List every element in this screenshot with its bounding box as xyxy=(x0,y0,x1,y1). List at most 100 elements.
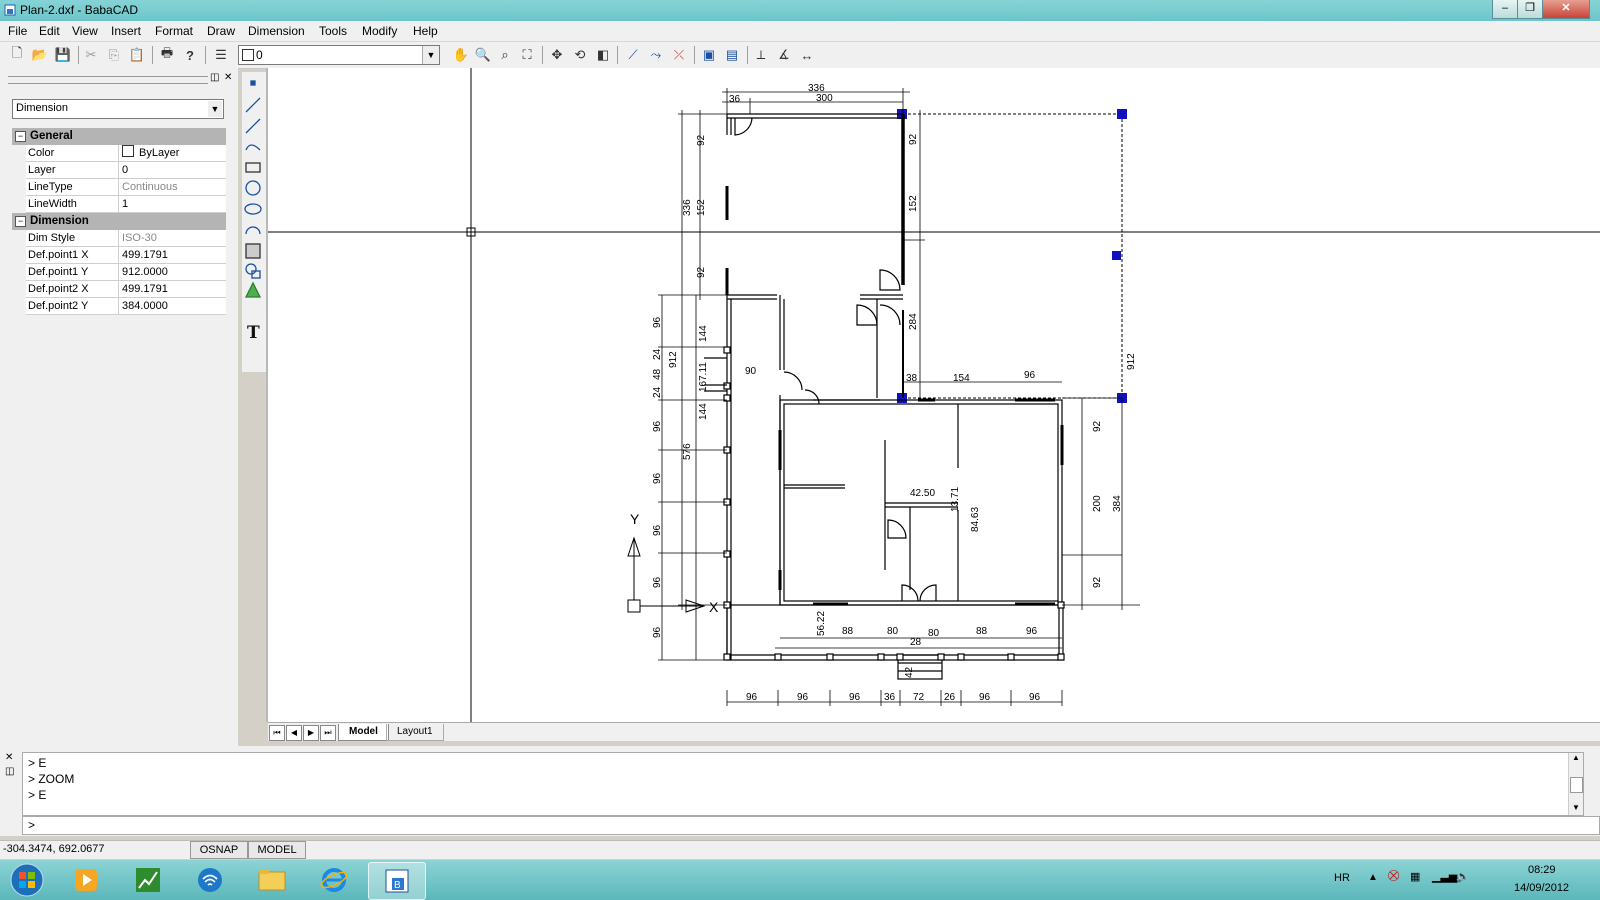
tab-model[interactable]: Model xyxy=(338,724,389,741)
open-folder-icon[interactable]: 📂 xyxy=(31,46,49,64)
prop-row-linetype[interactable]: LineType Continuous xyxy=(26,179,226,196)
menu-edit[interactable]: Edit xyxy=(39,24,60,38)
dim-text: 72 xyxy=(913,692,925,703)
clock-time[interactable]: 08:29 xyxy=(1528,864,1556,876)
copy-icon[interactable]: ⎘ xyxy=(105,46,123,64)
tray-expand-icon[interactable]: ▲ xyxy=(1368,872,1378,883)
close-button[interactable]: ✕ xyxy=(1542,0,1590,19)
rotate-icon[interactable]: ⟲ xyxy=(571,46,589,64)
pan-hand-icon[interactable]: ✋ xyxy=(452,46,470,64)
dim-text: 96 xyxy=(1024,370,1036,381)
new-file-icon[interactable]: 🗋 xyxy=(8,45,26,64)
layers-icon[interactable]: ☰ xyxy=(212,46,230,64)
move-icon[interactable]: ✥ xyxy=(548,46,566,64)
extend-icon[interactable]: ⤳ xyxy=(647,46,665,64)
tab-layout1[interactable]: Layout1 xyxy=(386,724,444,741)
zoom-window-icon[interactable]: ⌕ xyxy=(496,46,514,64)
last-tab-icon[interactable]: ⏭ xyxy=(320,725,336,741)
entity-type-value: Dimension xyxy=(16,102,68,114)
command-float-icon[interactable]: ◫ xyxy=(5,766,14,777)
command-input[interactable]: > xyxy=(22,816,1600,835)
category-dimension[interactable]: − Dimension xyxy=(12,213,226,230)
rectangle-icon xyxy=(245,162,261,173)
panel-close-icon[interactable]: ✕ xyxy=(224,72,232,83)
signal-icon[interactable]: ▁▃▅ xyxy=(1432,870,1457,883)
prop-row-defpoint2x[interactable]: Def.point2 X 499.1791 xyxy=(26,281,226,298)
ie-task[interactable] xyxy=(306,862,362,898)
layer-combo[interactable]: 0 ▼ xyxy=(238,45,440,65)
menu-modify[interactable]: Modify xyxy=(362,24,397,38)
collapse-icon[interactable]: − xyxy=(15,131,26,142)
dim-text: 152 xyxy=(696,199,707,216)
drawing-canvas[interactable]: 336 300 36 92 152 284 912 384 200 92 92 … xyxy=(268,68,1600,722)
chevron-down-icon[interactable]: ▼ xyxy=(422,46,439,64)
category-general[interactable]: − General xyxy=(12,128,226,145)
history-scrollbar[interactable]: ▲ ▼ xyxy=(1568,753,1583,815)
dim-aligned-icon[interactable]: ⟂ xyxy=(752,46,770,64)
explorer-task[interactable] xyxy=(244,862,300,898)
coordinates-readout: -304.3474, 692.0677 xyxy=(3,843,105,855)
zoom-realtime-icon[interactable]: 🔍 xyxy=(474,46,492,64)
clock-date[interactable]: 14/09/2012 xyxy=(1514,882,1569,894)
language-indicator[interactable]: HR xyxy=(1334,872,1350,884)
first-tab-icon[interactable]: ⏮ xyxy=(269,725,285,741)
explode-icon[interactable]: ▣ xyxy=(700,46,718,64)
media-player-task[interactable] xyxy=(58,862,114,898)
cut-icon[interactable]: ✂ xyxy=(82,46,100,64)
prop-row-dimstyle[interactable]: Dim Style ISO-30 xyxy=(26,230,226,247)
collapse-icon[interactable]: − xyxy=(15,216,26,227)
menu-dimension[interactable]: Dimension xyxy=(248,24,305,38)
osnap-toggle[interactable]: OSNAP xyxy=(190,841,248,859)
menu-format[interactable]: Format xyxy=(155,24,193,38)
prop-row-layer[interactable]: Layer 0 xyxy=(26,162,226,179)
minimize-button[interactable]: ‒ xyxy=(1492,0,1518,19)
paste-icon[interactable]: 📋 xyxy=(128,46,146,64)
menu-file[interactable]: File xyxy=(8,24,27,38)
scale-icon[interactable]: ◧ xyxy=(594,46,612,64)
model-toggle[interactable]: MODEL xyxy=(248,841,306,859)
dim-text: 88 xyxy=(842,626,854,637)
menu-view[interactable]: View xyxy=(72,24,98,38)
prop-row-linewidth[interactable]: LineWidth 1 xyxy=(26,196,226,213)
help-icon[interactable]: ? xyxy=(181,46,199,64)
prop-row-defpoint1y[interactable]: Def.point1 Y 912.0000 xyxy=(26,264,226,281)
trim-icon[interactable]: ⟋ xyxy=(624,46,642,64)
menu-tools[interactable]: Tools xyxy=(319,24,347,38)
dim-angular-icon[interactable]: ∡ xyxy=(775,46,793,64)
dimension-text: 336 300 36 92 152 284 912 384 200 92 92 … xyxy=(652,83,1137,703)
break-icon[interactable]: ⤫ xyxy=(670,46,688,64)
save-icon[interactable]: 💾 xyxy=(54,46,72,64)
ucs-y-label: Y xyxy=(630,511,640,527)
dim-text: 92 xyxy=(696,134,707,146)
entity-type-select[interactable]: Dimension ▼ xyxy=(12,99,224,119)
stocks-app-task[interactable] xyxy=(120,862,176,898)
prop-row-defpoint1x[interactable]: Def.point1 X 499.1791 xyxy=(26,247,226,264)
selected-dimension xyxy=(903,113,1123,399)
print-icon[interactable]: 🖶 xyxy=(158,45,176,64)
next-tab-icon[interactable]: ▶ xyxy=(303,725,319,741)
start-button[interactable] xyxy=(0,862,54,898)
dim-text: 80 xyxy=(928,628,940,639)
dim-text: 96 xyxy=(652,524,663,536)
command-close-icon[interactable]: ✕ xyxy=(5,752,13,763)
network-task[interactable] xyxy=(182,862,238,898)
device-icon[interactable]: ▦ xyxy=(1410,870,1420,883)
panel-float-icon[interactable]: ◫ xyxy=(210,72,219,83)
volume-icon[interactable]: 🔈 xyxy=(1456,870,1470,883)
block-icon[interactable]: ▤ xyxy=(723,46,741,64)
command-history[interactable]: > E > ZOOM > E ▲ ▼ xyxy=(22,752,1584,816)
prop-row-color[interactable]: Color ByLayer xyxy=(26,145,226,162)
floor-plan xyxy=(704,113,1065,680)
menu-insert[interactable]: Insert xyxy=(111,24,141,38)
menu-help[interactable]: Help xyxy=(413,24,438,38)
chevron-down-icon[interactable]: ▼ xyxy=(208,101,222,117)
panel-grip[interactable] xyxy=(8,76,208,84)
maximize-button[interactable]: ❐ xyxy=(1517,0,1543,19)
network-status-icon[interactable]: ⛒ xyxy=(1388,870,1399,883)
babacad-task[interactable]: B xyxy=(368,862,426,900)
menu-draw[interactable]: Draw xyxy=(207,24,235,38)
zoom-extents-icon[interactable]: ⛶ xyxy=(518,46,536,64)
prev-tab-icon[interactable]: ◀ xyxy=(286,725,302,741)
prop-row-defpoint2y[interactable]: Def.point2 Y 384.0000 xyxy=(26,298,226,315)
dim-linear-icon[interactable]: ↔ xyxy=(798,46,816,64)
